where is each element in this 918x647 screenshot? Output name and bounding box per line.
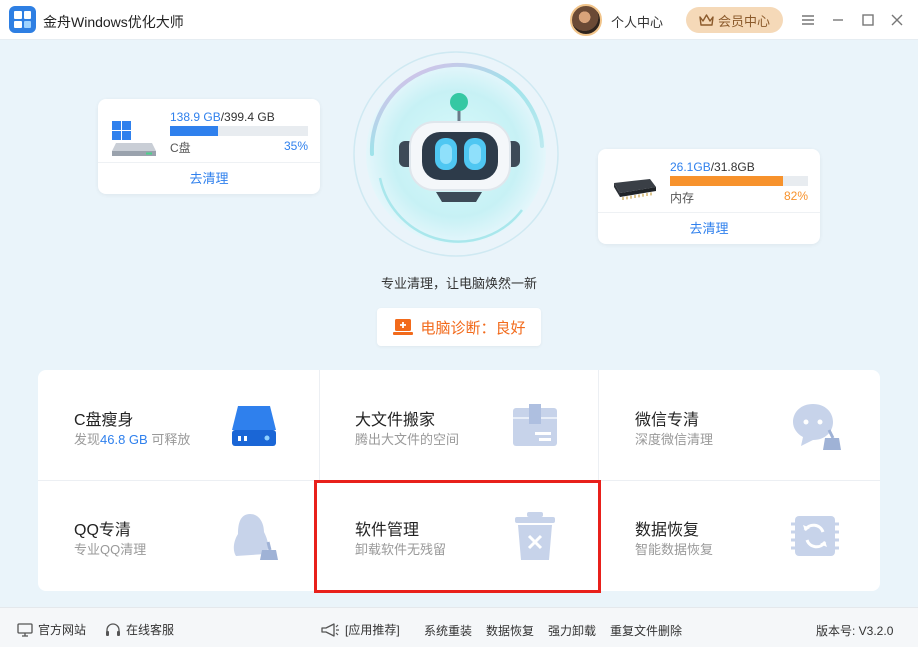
disk-usage-fill	[170, 126, 219, 136]
diagnosis-button[interactable]: 电脑诊断：良好	[377, 308, 541, 346]
tile-data-recovery[interactable]: 数据恢复 智能数据恢复	[599, 480, 879, 590]
version-label: 版本号: V3.2.0	[816, 624, 894, 638]
disk-usage-card: 138.9 GB/399.4 GB C盘 35% 去清理	[98, 99, 320, 194]
minimize-icon[interactable]	[828, 10, 848, 30]
app-logo-icon	[9, 6, 36, 33]
headset-icon	[106, 622, 120, 636]
box-icon	[513, 404, 557, 446]
footer-link-data-recovery[interactable]: 数据恢复	[486, 622, 534, 639]
footer-bar: 官方网站 在线客服 [应用推荐] 系统重装 数据恢复 强力卸载 重复文件删除 版…	[0, 607, 918, 647]
monitor-icon	[17, 622, 33, 637]
memory-usage-fill	[670, 176, 784, 186]
vip-center-button[interactable]: 会员中心	[686, 7, 783, 33]
recovery-chip-icon	[791, 516, 839, 556]
footer-link-duplicate-delete[interactable]: 重复文件删除	[610, 622, 682, 639]
tile-c-drive-slim[interactable]: C盘瘦身 发现46.8 GB 可释放	[38, 370, 318, 480]
close-icon[interactable]	[887, 10, 907, 30]
memory-usage-card: 26.1GB/31.8GB 内存 82% 去清理	[598, 149, 820, 244]
tile-qq-clean[interactable]: QQ专清 专业QQ清理	[38, 480, 318, 590]
crown-icon	[699, 13, 714, 26]
user-avatar[interactable]	[570, 4, 602, 36]
robot-mascot-icon	[353, 51, 559, 257]
footer-link-reinstall[interactable]: 系统重装	[424, 622, 472, 639]
tile-wechat-clean[interactable]: 微信专清 深度微信清理	[599, 370, 879, 480]
app-title: 金舟Windows优化大师	[43, 14, 184, 30]
memory-usage-text: 26.1GB/31.8GB	[670, 160, 755, 174]
penguin-broom-icon	[233, 514, 278, 560]
memory-chip-icon	[614, 179, 656, 200]
disk-label: C盘	[170, 141, 191, 155]
disk-usage-text: 138.9 GB/399.4 GB	[170, 110, 275, 124]
memory-clean-button[interactable]: 去清理	[598, 213, 820, 244]
megaphone-icon	[321, 622, 339, 637]
disk-percent: 35%	[283, 139, 308, 153]
title-bar: 金舟Windows优化大师 个人中心 会员中心	[0, 0, 918, 40]
website-link[interactable]: 官方网站	[17, 621, 86, 638]
online-support-link[interactable]: 在线客服	[105, 621, 174, 638]
footer-link-force-uninstall[interactable]: 强力卸载	[548, 622, 596, 639]
robot-mascot[interactable]	[352, 50, 560, 258]
memory-label: 内存	[670, 191, 695, 205]
maximize-icon[interactable]	[858, 10, 878, 30]
disk-clean-button[interactable]: 去清理	[98, 163, 320, 194]
vip-center-label: 会员中心	[717, 13, 770, 29]
windows-disk-icon	[112, 121, 156, 156]
disk-usage-bar	[170, 126, 308, 136]
memory-percent: 82%	[783, 189, 808, 203]
chat-broom-icon	[793, 404, 841, 450]
app-recommend: [应用推荐]	[320, 621, 400, 638]
memory-usage-bar	[670, 176, 808, 186]
tile-large-file-move[interactable]: 大文件搬家 腾出大文件的空间	[319, 370, 599, 480]
highlight-box	[314, 480, 601, 593]
tagline: 专业清理，让电脑焕然一新	[380, 276, 537, 291]
disk-drive-icon	[232, 406, 276, 446]
laptop-health-icon	[393, 319, 414, 335]
profile-link[interactable]: 个人中心	[611, 12, 663, 31]
menu-icon[interactable]	[798, 10, 818, 30]
diagnosis-label: 电脑诊断：良好	[420, 319, 526, 337]
